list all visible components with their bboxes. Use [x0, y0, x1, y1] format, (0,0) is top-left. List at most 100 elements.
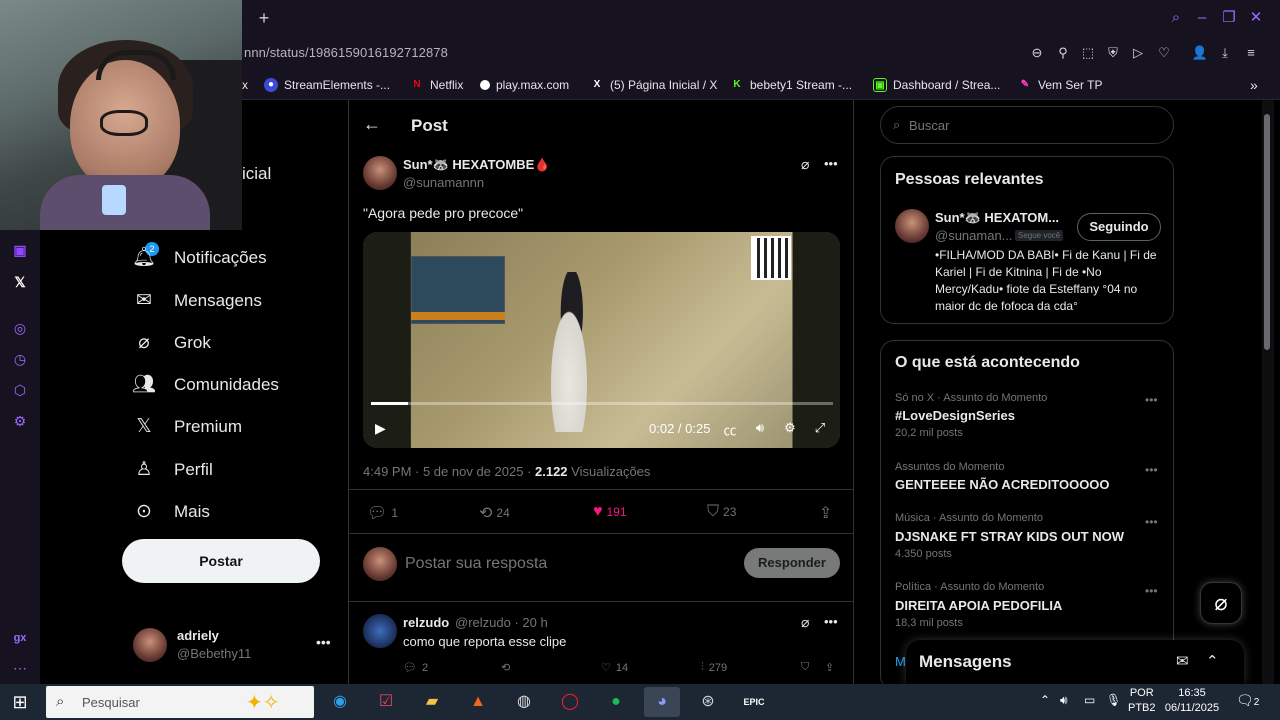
bookmark-x-home[interactable]: X (5) Página Inicial / X — [590, 76, 718, 94]
close-icon[interactable]: ✕ — [1246, 8, 1266, 28]
captions-icon[interactable]: ㏄ — [721, 420, 739, 439]
scrollbar-thumb[interactable] — [1264, 114, 1270, 350]
trend-name[interactable]: GENTEEEE NÃO ACREDITOOOOO — [895, 477, 1110, 492]
snapshot-icon[interactable]: ⬚ — [1079, 44, 1097, 62]
pin-icon[interactable]: ⚲ — [1054, 44, 1072, 62]
bookmark-streamelements[interactable]: ● StreamElements -... — [264, 76, 390, 94]
app-check-icon[interactable]: ☑ — [368, 687, 404, 717]
notification-center-icon[interactable]: 🗨︎2 — [1236, 692, 1259, 709]
trend-name[interactable]: DJSNAKE FT STRAY KIDS OUT NOW — [895, 529, 1124, 544]
author-handle[interactable]: @sunamannn — [403, 175, 484, 190]
reply-reply-action[interactable]: 💬︎ 2 — [403, 661, 428, 675]
minimize-icon[interactable]: – — [1192, 8, 1212, 28]
zoom-out-icon[interactable]: ⊖ — [1028, 44, 1046, 62]
url-field[interactable]: nnn/status/1986159016192712878 — [244, 45, 448, 60]
reply-input[interactable]: Postar sua resposta — [405, 555, 547, 573]
play-icon[interactable]: ▶ — [375, 420, 386, 437]
share-action[interactable]: ⇪ — [819, 503, 832, 523]
nav-grok[interactable]: ⌀ Grok — [132, 328, 211, 358]
shield-icon[interactable]: ⛨ — [1104, 44, 1122, 62]
nav-more[interactable]: ⊙ Mais — [132, 497, 210, 527]
app-a-icon[interactable]: ▲ — [460, 687, 496, 717]
nav-messages[interactable]: ✉ Mensagens — [132, 286, 262, 316]
profile-icon[interactable]: 👤 — [1191, 44, 1209, 62]
reply-action[interactable]: 💬︎ 1 — [367, 503, 398, 523]
clock[interactable]: 16:35 06/11/2025 — [1160, 686, 1224, 716]
trend-name[interactable]: #LoveDesignSeries — [895, 408, 1015, 423]
more-icon[interactable]: ••• — [824, 156, 838, 171]
post-button[interactable]: Postar — [122, 539, 320, 583]
more-icon[interactable]: ••• — [1145, 463, 1158, 477]
network-icon[interactable]: ▭ — [1084, 693, 1095, 707]
edge-icon[interactable]: ◉ — [322, 687, 358, 717]
search-icon[interactable]: ⌕ — [1166, 8, 1186, 28]
reply-author[interactable]: relzudo — [403, 615, 449, 630]
download-icon[interactable]: ⤓ — [1216, 44, 1234, 62]
x-logo-icon[interactable]: 𝕏 — [10, 272, 30, 292]
bookmarks-more-icon[interactable]: » — [1250, 76, 1258, 94]
reply-like-action[interactable]: ♡ 14 — [601, 661, 628, 675]
speaker-icon[interactable]: 🔊︎ — [1060, 693, 1068, 708]
grok-icon[interactable]: ⌀ — [801, 156, 809, 173]
nav-notifications[interactable]: 🔔︎ Notificações — [132, 243, 267, 273]
extensions-icon[interactable]: ⬡ — [10, 380, 30, 400]
more-icon[interactable]: ⋯ — [10, 658, 30, 678]
expand-icon[interactable]: ⌃ — [1206, 652, 1219, 670]
page-scrollbar[interactable] — [1262, 100, 1274, 684]
bookmark-dashboard[interactable]: ▣ Dashboard / Strea... — [873, 76, 1000, 94]
person-handle[interactable]: @sunaman... — [935, 228, 1013, 243]
reply-bookmark-action[interactable]: ⛉ — [801, 661, 809, 674]
nav-profile[interactable]: ♙ Perfil — [132, 455, 212, 485]
spotify-icon[interactable]: ● — [598, 687, 634, 717]
author-avatar[interactable] — [363, 156, 397, 190]
reply-handle[interactable]: @relzudo · 20 h — [455, 615, 548, 630]
twitch-icon[interactable]: ▣ — [10, 240, 30, 260]
steam-icon[interactable]: ⊛ — [690, 687, 726, 717]
account-switcher[interactable]: adriely @Bebethy11 ••• — [133, 626, 333, 666]
tray-chevron-icon[interactable]: ⌃ — [1040, 693, 1050, 707]
player-icon[interactable]: ◎ — [10, 318, 30, 338]
author-name[interactable]: Sun*🦝 HEXATOMBE🩸 — [403, 157, 550, 173]
language-indicator[interactable]: POR PTB2 — [1128, 686, 1156, 716]
obs-icon[interactable]: ◍ — [506, 687, 542, 717]
nav-home-label[interactable]: icial — [242, 164, 271, 184]
fullscreen-icon[interactable]: ⤢ — [811, 420, 829, 436]
more-icon[interactable]: ••• — [824, 614, 838, 629]
reply-share-action[interactable]: ⇪ — [825, 661, 834, 674]
mic-icon[interactable]: 🎙︎ — [1106, 693, 1121, 707]
messages-drawer[interactable]: Mensagens ✉ ⌃ — [906, 640, 1244, 684]
reply-avatar[interactable] — [363, 614, 397, 648]
video-progress[interactable] — [371, 402, 833, 405]
send-icon[interactable]: ▷ — [1129, 44, 1147, 62]
nav-premium[interactable]: 𝕏 Premium — [132, 412, 242, 442]
video-player[interactable]: ▶ 0:02 / 0:25 ㏄ 🔊︎ ⚙ ⤢ — [363, 232, 840, 448]
reply-views-action[interactable]: ⫶ 279 — [701, 661, 727, 674]
nav-communities[interactable]: 👥︎ Comunidades — [132, 370, 279, 400]
following-button[interactable]: Seguindo — [1077, 213, 1161, 241]
bookmark-netflix[interactable]: N Netflix — [410, 76, 463, 94]
maximize-icon[interactable]: ❐ — [1219, 8, 1239, 28]
settings-icon[interactable]: ⚙ — [781, 420, 799, 436]
reply-repost-action[interactable]: ⟲ — [501, 661, 510, 674]
file-explorer-icon[interactable]: ▰ — [414, 687, 450, 717]
person-avatar[interactable] — [895, 209, 929, 243]
taskbar-search[interactable]: ⌕ Pesquisar ✦✧ — [46, 686, 314, 718]
history-icon[interactable]: ◷ — [10, 349, 30, 369]
discord-icon[interactable]: ◕ — [644, 687, 680, 717]
menu-icon[interactable]: ≡ — [1242, 44, 1260, 62]
post-timestamp[interactable]: 4:49 PM · 5 de nov de 2025 · — [363, 464, 535, 479]
more-icon[interactable]: ••• — [1145, 584, 1158, 598]
more-icon[interactable]: ••• — [1145, 515, 1158, 529]
bookmark-action[interactable]: ⛉ 23 — [707, 503, 736, 521]
bookmark-max[interactable]: play.max.com — [480, 76, 569, 94]
settings-icon[interactable]: ⚙ — [10, 411, 30, 431]
windows-start-icon[interactable]: ⊞ — [10, 692, 30, 712]
like-action[interactable]: ♥ 191 — [593, 503, 627, 521]
epic-games-icon[interactable]: EPIC — [736, 687, 772, 717]
repost-action[interactable]: ⟲ 24 — [479, 503, 510, 523]
grok-icon[interactable]: ⌀ — [801, 614, 809, 631]
gx-icon[interactable]: gx — [10, 628, 30, 648]
person-name[interactable]: Sun*🦝 HEXATOM... — [935, 210, 1059, 226]
grok-floating-button[interactable]: ⌀ — [1200, 582, 1242, 624]
reply-button[interactable]: Responder — [744, 548, 840, 578]
